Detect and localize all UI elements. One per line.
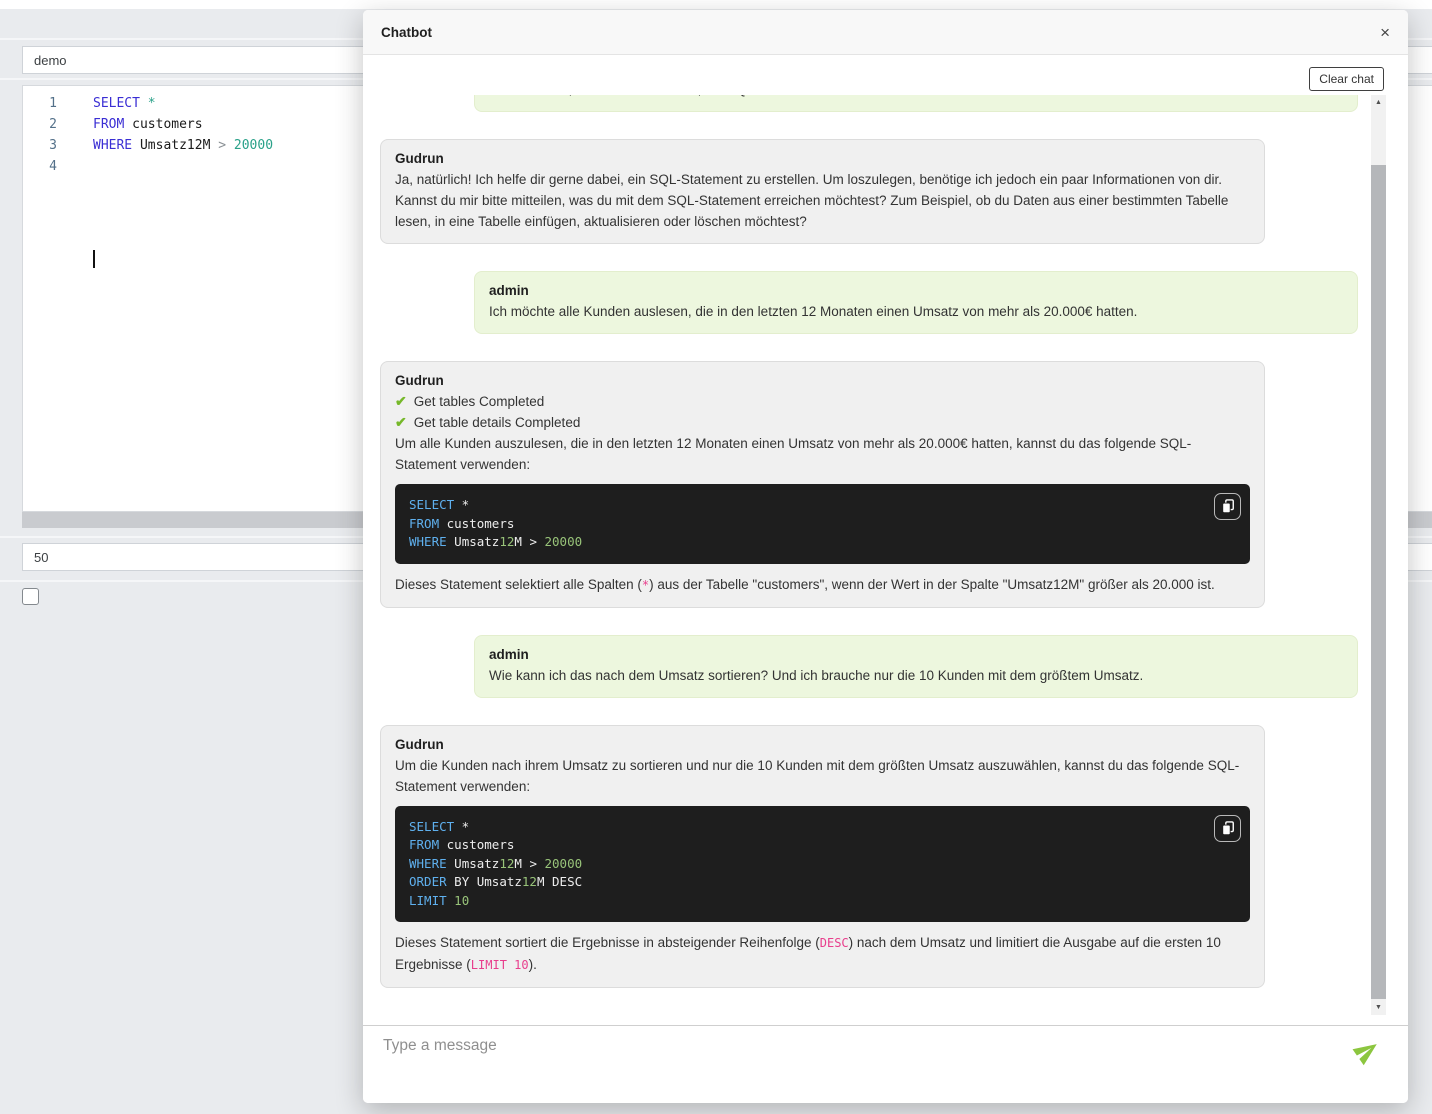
line-number: 3 (23, 135, 67, 156)
chat-message: adminWie kann ich das nach dem Umsatz so… (380, 635, 1363, 698)
user-message-bubble: Hallo Gudrun, kannst du mir helfen, ein … (474, 95, 1358, 112)
chat-message-list: Hallo Gudrun, kannst du mir helfen, ein … (380, 95, 1363, 1015)
code-line: ORDER BY Umsatz12M DESC (409, 873, 1236, 892)
message-text: Ja, natürlich! Ich helfe dir gerne dabei… (395, 169, 1250, 232)
code-line: WHERE Umsatz12M > 20000 (409, 533, 1236, 552)
chatbot-dialog: Chatbot × Clear chat Hallo Gudrun, kanns… (363, 10, 1408, 1103)
send-icon (1349, 1033, 1385, 1069)
clear-chat-button[interactable]: Clear chat (1309, 67, 1384, 91)
chat-message: adminIch möchte alle Kunden auslesen, di… (380, 271, 1363, 334)
check-icon: ✔ (395, 412, 407, 433)
editor-code-text: SELECT * (67, 93, 156, 114)
scroll-up-icon[interactable]: ▲ (1371, 95, 1386, 110)
user-message-bubble: adminWie kann ich das nach dem Umsatz so… (474, 635, 1358, 698)
scroll-down-icon[interactable]: ▼ (1371, 1000, 1386, 1015)
chat-message: Hallo Gudrun, kannst du mir helfen, ein … (380, 95, 1363, 112)
tool-status-label: Get tables Completed (414, 391, 545, 412)
close-icon[interactable]: × (1380, 24, 1390, 41)
bot-message-bubble: GudrunUm die Kunden nach ihrem Umsatz zu… (380, 725, 1265, 989)
line-number: 4 (23, 156, 67, 177)
chat-message: Gudrun✔Get tables Completed✔Get table de… (380, 361, 1363, 608)
code-line: FROM customers (409, 836, 1236, 855)
page-top-strip (0, 0, 1432, 9)
copy-icon (1221, 821, 1235, 836)
editor-code-text (67, 156, 93, 177)
send-button[interactable] (1354, 1038, 1380, 1064)
message-author: Gudrun (395, 734, 1250, 755)
message-author: admin (489, 280, 1343, 301)
message-input[interactable] (381, 1036, 1321, 1056)
code-line: FROM customers (409, 515, 1236, 534)
dialog-body: Clear chat Hallo Gudrun, kannst du mir h… (363, 55, 1408, 1103)
chat-message: GudrunUm die Kunden nach ihrem Umsatz zu… (380, 725, 1363, 989)
copy-icon (1221, 499, 1235, 514)
message-author: Gudrun (395, 148, 1250, 169)
code-line: LIMIT 10 (409, 892, 1236, 911)
message-text: Ich möchte alle Kunden auslesen, die in … (489, 301, 1343, 322)
chat-area: Hallo Gudrun, kannst du mir helfen, ein … (363, 95, 1386, 1015)
message-author: admin (489, 644, 1343, 665)
code-line: SELECT * (409, 818, 1236, 837)
bot-message-bubble: Gudrun✔Get tables Completed✔Get table de… (380, 361, 1265, 608)
dialog-title: Chatbot (381, 25, 432, 40)
message-text: Um die Kunden nach ihrem Umsatz zu sorti… (395, 755, 1250, 797)
sql-code-block: SELECT *FROM customersWHERE Umsatz12M > … (395, 806, 1250, 923)
copy-button[interactable] (1214, 493, 1241, 520)
message-text: Wie kann ich das nach dem Umsatz sortier… (489, 665, 1343, 686)
editor-code-text: FROM customers (67, 114, 203, 135)
sql-code-block: SELECT *FROM customersWHERE Umsatz12M > … (395, 484, 1250, 564)
message-text: Um alle Kunden auszulesen, die in den le… (395, 433, 1250, 475)
message-text: Dieses Statement sortiert die Ergebnisse… (395, 932, 1250, 976)
chat-message: GudrunJa, natürlich! Ich helfe dir gerne… (380, 139, 1363, 244)
message-text: Dieses Statement selektiert alle Spalten… (395, 574, 1250, 596)
message-author: Gudrun (395, 370, 1250, 391)
code-line: SELECT * (409, 496, 1236, 515)
editor-cursor (93, 250, 95, 268)
scrollbar-thumb[interactable] (1371, 165, 1386, 999)
checkbox[interactable] (22, 588, 39, 605)
check-icon: ✔ (395, 391, 407, 412)
editor-code-text: WHERE Umsatz12M > 20000 (67, 135, 273, 156)
tool-status-label: Get table details Completed (414, 412, 581, 433)
message-text: Hallo Gudrun, kannst du mir helfen, ein … (489, 95, 1343, 100)
message-input-row (363, 1025, 1408, 1103)
code-line: WHERE Umsatz12M > 20000 (409, 855, 1236, 874)
chat-scrollbar[interactable]: ▲ ▼ (1371, 95, 1386, 1015)
line-number: 2 (23, 114, 67, 135)
copy-button[interactable] (1214, 815, 1241, 842)
toolbar-row: Clear chat (363, 67, 1408, 93)
line-number: 1 (23, 93, 67, 114)
bot-message-bubble: GudrunJa, natürlich! Ich helfe dir gerne… (380, 139, 1265, 244)
dialog-header: Chatbot × (363, 10, 1408, 55)
tool-status: ✔ Get tables Completed (395, 391, 1250, 412)
user-message-bubble: adminIch möchte alle Kunden auslesen, di… (474, 271, 1358, 334)
tool-status: ✔ Get table details Completed (395, 412, 1250, 433)
